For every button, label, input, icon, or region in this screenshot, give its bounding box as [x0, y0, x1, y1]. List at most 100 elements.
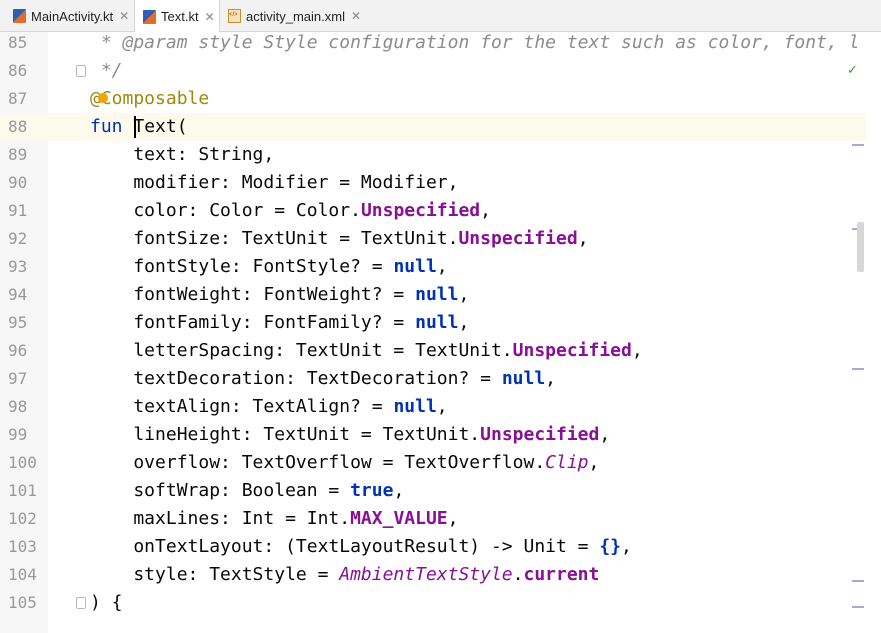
- line-number: 93: [8, 257, 28, 276]
- code-line[interactable]: 93 fontStyle: FontStyle? = null,: [0, 253, 866, 281]
- line-number: 88: [8, 117, 28, 136]
- code-token: modifier: Modifier = Modifier,: [90, 172, 459, 193]
- code-token: ,: [458, 284, 470, 305]
- code-token: .: [512, 564, 524, 585]
- fold-marker-icon[interactable]: [76, 65, 86, 77]
- text-caret: [134, 116, 136, 138]
- line-number: 103: [8, 537, 37, 556]
- code-text: textAlign: TextAlign? = null,: [90, 393, 448, 421]
- code-line[interactable]: 97 textDecoration: TextDecoration? = nul…: [0, 365, 866, 393]
- vertical-scrollbar-thumb[interactable]: [857, 222, 864, 272]
- code-token: ,: [588, 452, 600, 473]
- code-text: color: Color = Color.Unspecified,: [90, 197, 491, 225]
- tab-activity-main-xml[interactable]: activity_main.xml ✕: [228, 0, 368, 32]
- code-line[interactable]: 87 @Composable: [0, 85, 866, 113]
- line-number: 98: [8, 397, 28, 416]
- line-number: 99: [8, 425, 28, 444]
- code-token: textAlign: TextAlign? =: [90, 396, 394, 417]
- code-editor[interactable]: 85 * @param style Style configuration fo…: [0, 32, 881, 633]
- code-token: ,: [599, 424, 611, 445]
- code-text: modifier: Modifier = Modifier,: [90, 169, 458, 197]
- code-line[interactable]: 105) {: [0, 589, 866, 617]
- line-number: 91: [8, 201, 28, 220]
- line-number: 87: [8, 89, 28, 108]
- code-token: {}: [599, 536, 622, 557]
- code-token: AmbientTextStyle: [339, 564, 513, 585]
- error-stripe-marker[interactable]: [852, 580, 864, 582]
- code-line[interactable]: 90 modifier: Modifier = Modifier,: [0, 169, 866, 197]
- tab-text-kt[interactable]: Text.kt ✕: [134, 0, 220, 33]
- code-line[interactable]: 100 overflow: TextOverflow = TextOverflo…: [0, 449, 866, 477]
- code-line[interactable]: 89 text: String,: [0, 141, 866, 169]
- error-stripe-marker[interactable]: [852, 606, 864, 608]
- code-token: Text(: [122, 116, 188, 137]
- line-number: 89: [8, 145, 28, 164]
- code-token: null: [415, 284, 459, 305]
- code-token: ) {: [90, 592, 123, 613]
- code-token: overflow: TextOverflow = TextOverflow.: [90, 452, 546, 473]
- close-icon[interactable]: ✕: [205, 10, 215, 24]
- close-icon[interactable]: ✕: [351, 9, 361, 23]
- code-token: null: [415, 312, 459, 333]
- code-line[interactable]: 99 lineHeight: TextUnit = TextUnit.Unspe…: [0, 421, 866, 449]
- code-token: fun: [90, 116, 123, 137]
- code-line[interactable]: 103 onTextLayout: (TextLayoutResult) -> …: [0, 533, 866, 561]
- line-number: 102: [8, 509, 37, 528]
- code-text: letterSpacing: TextUnit = TextUnit.Unspe…: [90, 337, 643, 365]
- code-text: */: [90, 57, 123, 85]
- line-number: 100: [8, 453, 37, 472]
- code-line[interactable]: 98 textAlign: TextAlign? = null,: [0, 393, 866, 421]
- line-number: 104: [8, 565, 37, 584]
- line-number: 85: [8, 33, 28, 52]
- code-line[interactable]: 95 fontFamily: FontFamily? = null,: [0, 309, 866, 337]
- line-number: 94: [8, 285, 28, 304]
- code-token: null: [501, 368, 546, 389]
- fold-marker-icon[interactable]: [76, 597, 86, 609]
- code-text: lineHeight: TextUnit = TextUnit.Unspecif…: [90, 421, 610, 449]
- code-token: Unspecified: [512, 340, 632, 361]
- editor-right-stripe: [866, 32, 881, 633]
- code-line[interactable]: 91 color: Color = Color.Unspecified,: [0, 197, 866, 225]
- error-stripe-marker[interactable]: [852, 144, 864, 146]
- line-number: 86: [8, 61, 28, 80]
- code-token: fontFamily: FontFamily? =: [90, 312, 416, 333]
- code-text: onTextLayout: (TextLayoutResult) -> Unit…: [90, 533, 632, 561]
- code-line[interactable]: 104 style: TextStyle = AmbientTextStyle.…: [0, 561, 866, 589]
- code-token: ,: [621, 536, 632, 557]
- code-text: overflow: TextOverflow = TextOverflow.Cl…: [90, 449, 599, 477]
- code-line[interactable]: 102 maxLines: Int = Int.MAX_VALUE,: [0, 505, 866, 533]
- line-number: 90: [8, 173, 28, 192]
- code-text: text: String,: [90, 141, 274, 169]
- code-token: text: String,: [90, 144, 275, 165]
- xml-file-icon: [228, 9, 241, 23]
- error-stripe-marker[interactable]: [852, 368, 864, 370]
- code-token: MAX_VALUE: [350, 508, 448, 529]
- code-token: maxLines: Int = Int.: [90, 508, 351, 529]
- code-line[interactable]: 86 */: [0, 57, 866, 85]
- code-text: maxLines: Int = Int.MAX_VALUE,: [90, 505, 458, 533]
- code-token: ,: [631, 340, 643, 361]
- code-token: Unspecified: [480, 424, 600, 445]
- code-line[interactable]: 96 letterSpacing: TextUnit = TextUnit.Un…: [0, 337, 866, 365]
- code-token: color: Color = Color.: [90, 200, 361, 221]
- tab-mainactivity[interactable]: MainActivity.kt ✕: [13, 0, 135, 32]
- code-line[interactable]: 92 fontSize: TextUnit = TextUnit.Unspeci…: [0, 225, 866, 253]
- tab-label: Text.kt: [161, 9, 199, 24]
- code-text: fontFamily: FontFamily? = null,: [90, 309, 469, 337]
- intention-bulb-icon[interactable]: [98, 93, 108, 103]
- code-token: null: [393, 256, 437, 277]
- tab-label: MainActivity.kt: [31, 8, 114, 24]
- close-icon[interactable]: ✕: [119, 9, 129, 23]
- code-token: Clip: [545, 452, 589, 473]
- code-token: ,: [458, 312, 470, 333]
- check-icon[interactable]: ✓: [847, 63, 858, 78]
- code-line[interactable]: 88 fun Text(: [0, 113, 866, 141]
- code-line[interactable]: 101 softWrap: Boolean = true,: [0, 477, 866, 505]
- code-line[interactable]: 85 * @param style Style configuration fo…: [0, 32, 866, 57]
- code-token: Unspecified: [360, 200, 481, 221]
- code-text: softWrap: Boolean = true,: [90, 477, 404, 505]
- code-token: ,: [436, 396, 448, 417]
- code-line[interactable]: 94 fontWeight: FontWeight? = null,: [0, 281, 866, 309]
- code-text: ) {: [90, 589, 123, 617]
- line-number: 95: [8, 313, 28, 332]
